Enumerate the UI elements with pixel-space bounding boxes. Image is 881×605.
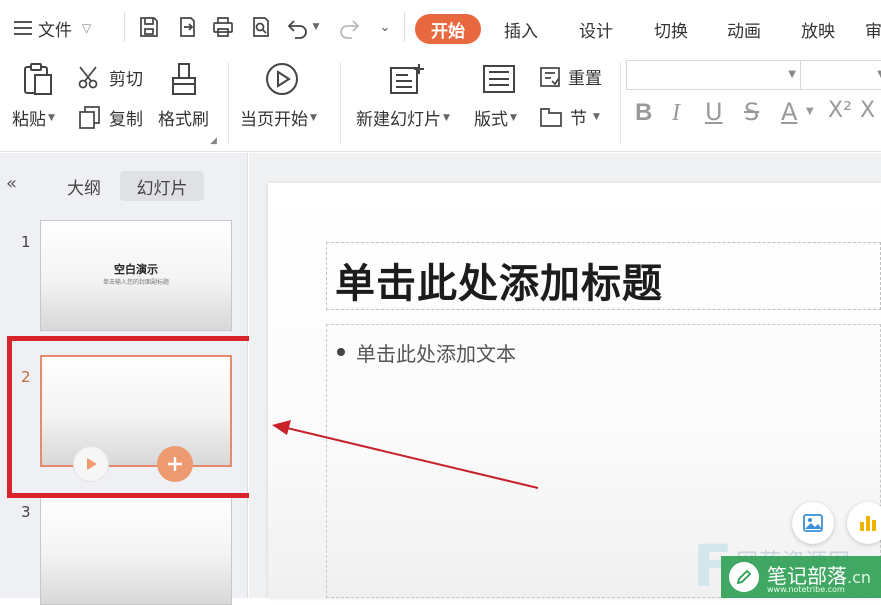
divider xyxy=(124,12,125,42)
chart-icon xyxy=(860,516,876,531)
format-painter-button[interactable]: 格式刷 xyxy=(158,105,209,130)
undo-dropdown-icon[interactable]: ▼ xyxy=(308,12,324,42)
thumbnail-subtitle: 单击输入您的封面副标题 xyxy=(102,279,169,286)
redo-icon[interactable] xyxy=(334,12,364,42)
cut-label: 剪切 xyxy=(109,69,143,90)
tab-slideshow[interactable]: 放映 xyxy=(797,14,839,44)
underline-icon[interactable]: U xyxy=(705,98,723,126)
subscript-icon[interactable]: X xyxy=(860,98,875,123)
copy-button[interactable]: 复制 xyxy=(77,104,143,130)
reset-label: 重置 xyxy=(568,69,602,89)
print-icon[interactable] xyxy=(208,12,238,42)
title-placeholder-text: 单击此处添加标题 xyxy=(335,261,663,307)
scissors-icon xyxy=(78,66,98,89)
image-icon xyxy=(803,514,823,532)
pencil-icon xyxy=(729,562,759,592)
slide-thumbnail-1[interactable]: 空白演示 单击输入您的封面副标题 xyxy=(40,220,232,331)
slide-number: 3 xyxy=(21,503,31,521)
tab-review[interactable]: 审 xyxy=(865,14,881,44)
paste-icon[interactable] xyxy=(20,61,56,97)
export-icon[interactable] xyxy=(172,12,202,42)
layout-label: 版式 xyxy=(474,110,508,130)
font-size-select[interactable]: ▼ xyxy=(800,60,881,90)
dropdown-icon: ▼ xyxy=(48,112,55,123)
tab-animation[interactable]: 动画 xyxy=(723,14,765,44)
tab-insert[interactable]: 插入 xyxy=(500,14,542,44)
file-menu-label: 文件 xyxy=(38,20,72,41)
dropdown-icon: ▼ xyxy=(877,69,881,80)
strikethrough-icon[interactable]: S xyxy=(744,98,759,126)
bullet-icon xyxy=(337,348,345,356)
file-menu[interactable]: 文件 ▽ xyxy=(14,14,91,42)
play-from-current-label: 当页开始 xyxy=(240,110,308,130)
thumbnail-title: 空白演示 xyxy=(114,263,158,276)
layout-icon[interactable] xyxy=(481,61,517,97)
insert-chart-button[interactable] xyxy=(847,502,881,544)
copy-icon xyxy=(79,106,100,129)
section-button[interactable]: 节 ▼ xyxy=(538,104,600,129)
brush-icon[interactable] xyxy=(167,61,201,97)
layout-button[interactable]: 版式 ▼ xyxy=(474,105,517,130)
dropdown-icon: ▼ xyxy=(310,112,317,123)
tab-design[interactable]: 设计 xyxy=(575,14,617,44)
insert-image-button[interactable] xyxy=(792,502,834,544)
new-slide-button[interactable]: 新建幻灯片 ▼ xyxy=(356,105,450,130)
dropdown-icon: ▼ xyxy=(788,69,796,80)
slide-number: 1 xyxy=(21,233,31,251)
watermark-badge: 笔记部落.cn www.notetribe.com xyxy=(721,556,881,598)
paste-button[interactable]: 粘贴 ▼ xyxy=(12,105,55,130)
body-placeholder-text: 单击此处添加文本 xyxy=(356,342,516,366)
divider xyxy=(228,62,229,144)
divider xyxy=(404,12,405,42)
new-slide-icon[interactable] xyxy=(388,61,426,97)
reset-button[interactable]: 重置 xyxy=(538,64,602,89)
annotation-highlight-box xyxy=(7,336,256,498)
divider xyxy=(340,62,341,144)
copy-label: 复制 xyxy=(109,109,143,130)
dialog-launcher-icon[interactable]: ◢ xyxy=(210,136,217,146)
play-icon[interactable] xyxy=(264,61,300,97)
hamburger-menu-icon xyxy=(14,21,32,35)
dropdown-icon: ▼ xyxy=(443,112,450,123)
menu-bar: 文件 ▽ ▼ ⌄ 开始 插入 设计 切换 动画 放映 审 xyxy=(0,0,881,56)
slide-thumbnail-3[interactable] xyxy=(40,495,232,605)
save-icon[interactable] xyxy=(134,12,164,42)
cut-button[interactable]: 剪切 xyxy=(77,64,143,90)
tab-slides[interactable]: 幻灯片 xyxy=(120,171,204,201)
font-color-icon[interactable]: A xyxy=(781,98,797,126)
superscript-icon[interactable]: X² xyxy=(828,98,852,123)
tab-start[interactable]: 开始 xyxy=(415,14,481,44)
tab-transition[interactable]: 切换 xyxy=(650,14,692,44)
title-placeholder[interactable]: 单击此处添加标题 xyxy=(326,242,881,310)
section-label: 节 xyxy=(570,109,587,129)
watermark-url: www.notetribe.com xyxy=(767,585,845,594)
font-family-select[interactable]: ▼ xyxy=(626,60,801,90)
divider xyxy=(620,62,621,144)
dropdown-icon[interactable]: ▼ xyxy=(806,106,814,117)
print-preview-icon[interactable] xyxy=(246,12,276,42)
italic-icon[interactable]: I xyxy=(672,98,680,127)
tab-outline[interactable]: 大纲 xyxy=(56,171,112,201)
reset-icon xyxy=(540,66,560,87)
bold-icon[interactable]: B xyxy=(635,98,652,127)
chevron-down-icon: ▽ xyxy=(82,21,92,35)
dropdown-icon: ▼ xyxy=(510,112,517,123)
dropdown-icon: ▼ xyxy=(593,111,600,122)
collapse-panel-icon[interactable]: « xyxy=(6,173,17,194)
format-painter-label: 格式刷 xyxy=(158,110,209,130)
section-icon xyxy=(540,107,562,127)
play-from-current-button[interactable]: 当页开始 ▼ xyxy=(240,105,317,130)
slide-panel: « 大纲 幻灯片 1 空白演示 单击输入您的封面副标题 2 3 xyxy=(0,153,256,605)
more-icon[interactable]: ⌄ xyxy=(370,12,400,42)
new-slide-label: 新建幻灯片 xyxy=(356,110,441,130)
paste-label: 粘贴 xyxy=(12,110,46,130)
